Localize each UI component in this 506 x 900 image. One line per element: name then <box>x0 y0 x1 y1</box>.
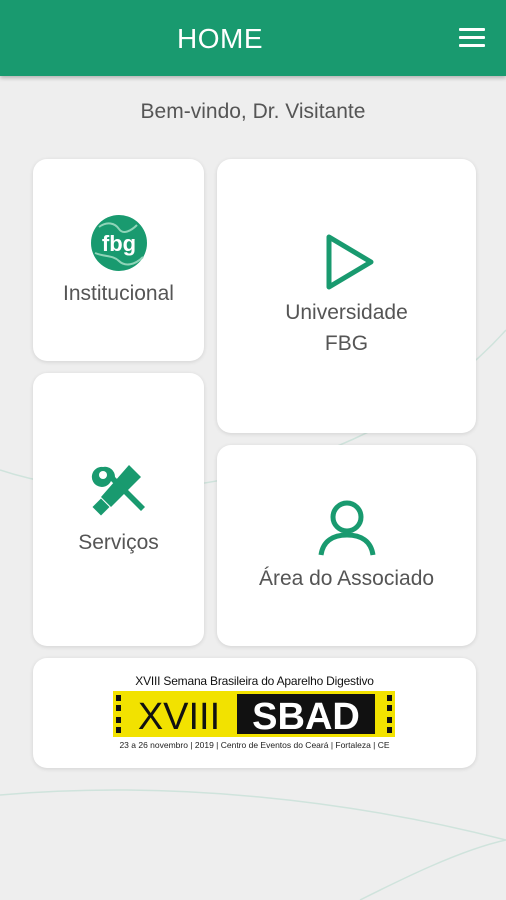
tile-servicos[interactable]: Serviços <box>33 373 204 646</box>
play-icon <box>326 234 374 290</box>
fbg-globe-logo-icon: fbg <box>91 215 147 271</box>
banner-details: 23 a 26 novembro | 2019 | Centro de Even… <box>119 740 390 750</box>
menu-button[interactable] <box>456 24 488 52</box>
svg-text:fbg: fbg <box>102 231 136 256</box>
tile-universidade-label-line1: Universidade <box>285 301 408 324</box>
tile-universidade-label-line2: FBG <box>324 332 369 355</box>
tile-universidade-fbg[interactable]: Universidade FBG <box>217 159 476 433</box>
tile-institucional-label: Institucional <box>63 282 174 305</box>
tools-icon <box>91 465 145 516</box>
page-title: HOME <box>177 23 263 54</box>
hamburger-menu-icon <box>456 28 488 47</box>
banner-logo-left: XVIII <box>138 696 220 737</box>
app-bar: HOME <box>0 0 506 76</box>
sbad-event-banner[interactable]: XVIII Semana Brasileira do Aparelho Dige… <box>33 658 476 768</box>
banner-logo-right: SBAD <box>252 696 360 737</box>
tile-associado-label: Área do Associado <box>258 567 435 590</box>
tile-servicos-label: Serviços <box>78 531 159 554</box>
banner-headline: XVIII Semana Brasileira do Aparelho Dige… <box>135 674 374 688</box>
tile-area-do-associado[interactable]: Área do Associado <box>217 445 476 646</box>
tile-institucional[interactable]: fbg Institucional <box>33 159 204 361</box>
sbad-logo: XVIII SBAD <box>113 691 395 737</box>
user-icon <box>318 500 376 556</box>
welcome-message: Bem-vindo, Dr. Visitante <box>140 100 366 123</box>
